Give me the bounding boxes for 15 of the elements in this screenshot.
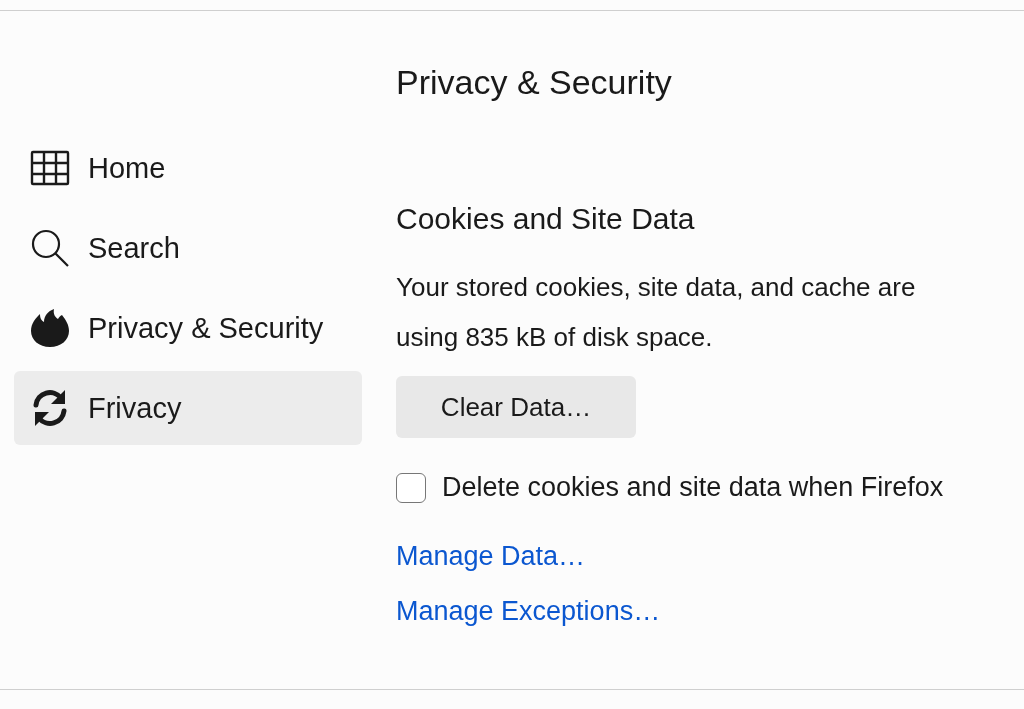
sidebar-item[interactable]: Home (14, 131, 362, 205)
section-title: Cookies and Site Data (396, 202, 695, 236)
sidebar-item[interactable]: Privacy & Security (14, 291, 362, 365)
checkbox-label: Delete cookies and site data when Firefox (442, 472, 944, 503)
flame-icon (30, 308, 70, 348)
search-icon (30, 228, 70, 268)
link[interactable]: Manage Exceptions… (396, 596, 661, 627)
storage-description: Your stored cookies, site data, and cache are using 835 kB of disk space. (396, 271, 917, 354)
sidebar-item[interactable]: Search (14, 211, 362, 285)
page-title: Privacy & Security (396, 63, 672, 102)
checkbox[interactable] (396, 472, 426, 503)
clear-data-button[interactable]: Clear Data… (396, 376, 636, 438)
sidebar-item[interactable]: Frivacy (14, 371, 362, 445)
grid-icon (30, 150, 70, 186)
link[interactable]: Manage Data… (396, 541, 586, 572)
